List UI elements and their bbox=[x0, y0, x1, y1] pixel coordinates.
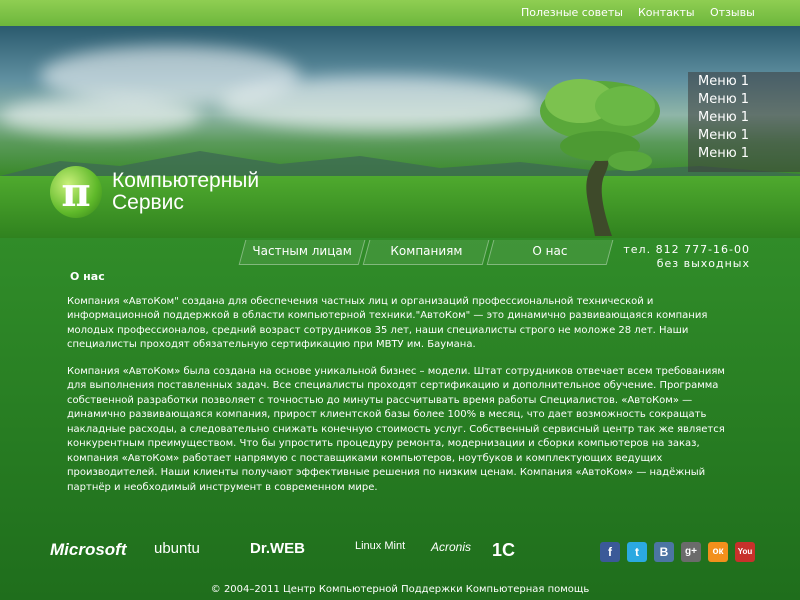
google-plus-icon[interactable]: g+ bbox=[681, 542, 701, 562]
site-logo[interactable]: π Компьютерный Сервис bbox=[50, 166, 259, 218]
tab-label: Компаниям bbox=[390, 244, 463, 258]
page-title: О нас bbox=[70, 270, 105, 283]
logo-line-1: Компьютерный bbox=[112, 169, 260, 192]
nav-link-useful-tips[interactable]: Полезные советы bbox=[521, 6, 623, 19]
linux-mint-logo: Linux Mint bbox=[355, 540, 406, 552]
side-menu-item[interactable]: Меню 1 bbox=[688, 145, 800, 162]
side-menu-item[interactable]: Меню 1 bbox=[688, 73, 800, 90]
logo-line-2: Сервис bbox=[112, 191, 184, 214]
twitter-icon[interactable]: t bbox=[627, 542, 647, 562]
youtube-icon[interactable]: You bbox=[735, 542, 755, 562]
footer-copyright: © 2004–2011 Центр Компьютерной Поддержки… bbox=[210, 584, 590, 595]
vkontakte-icon[interactable]: В bbox=[654, 542, 674, 562]
odnoklassniki-icon[interactable]: ок bbox=[708, 542, 728, 562]
side-menu-item[interactable]: Меню 1 bbox=[688, 109, 800, 126]
contact-info: тел. 812 777-16-00 без выходных bbox=[623, 243, 750, 271]
nav-link-contacts[interactable]: Контакты bbox=[638, 6, 695, 19]
side-menu-item[interactable]: Меню 1 bbox=[688, 127, 800, 144]
logo-text: Компьютерный Сервис bbox=[112, 170, 259, 214]
nav-link-reviews[interactable]: Отзывы bbox=[710, 6, 755, 19]
main-content: О нас Компания «АвтоКом" создана для обе… bbox=[67, 270, 739, 507]
cloud bbox=[220, 76, 540, 131]
tab-companies[interactable]: Компаниям bbox=[362, 240, 490, 265]
content-paragraph: Компания «АвтоКом» была создана на основ… bbox=[67, 365, 725, 493]
acronis-logo: Acronis bbox=[431, 540, 472, 554]
cloud bbox=[0, 96, 200, 136]
tab-label: Частным лицам bbox=[252, 244, 353, 258]
tab-private-clients[interactable]: Частным лицам bbox=[238, 240, 366, 265]
side-menu-item[interactable]: Меню 1 bbox=[688, 91, 800, 108]
1c-logo: 1С bbox=[492, 540, 516, 560]
tab-about[interactable]: О нас bbox=[486, 240, 614, 265]
ubuntu-logo: ubuntu bbox=[154, 540, 200, 557]
side-menu: Меню 1 Меню 1 Меню 1 Меню 1 Меню 1 bbox=[688, 72, 800, 172]
hero-banner: π Компьютерный Сервис Меню 1 Меню 1 Меню… bbox=[0, 26, 800, 238]
tree-illustration bbox=[540, 79, 660, 236]
working-hours: без выходных bbox=[656, 257, 750, 270]
content-paragraph: Компания «АвтоКом" создана для обеспечен… bbox=[67, 295, 708, 351]
tab-label: О нас bbox=[532, 244, 568, 258]
drweb-logo: Dr.WEB bbox=[250, 540, 306, 557]
phone-number: тел. 812 777-16-00 bbox=[623, 243, 750, 256]
microsoft-logo: Microsoft bbox=[50, 540, 127, 559]
facebook-icon[interactable]: f bbox=[600, 542, 620, 562]
pi-logo-icon: π bbox=[50, 166, 102, 218]
top-navigation: Полезные советы Контакты Отзывы bbox=[0, 0, 800, 26]
